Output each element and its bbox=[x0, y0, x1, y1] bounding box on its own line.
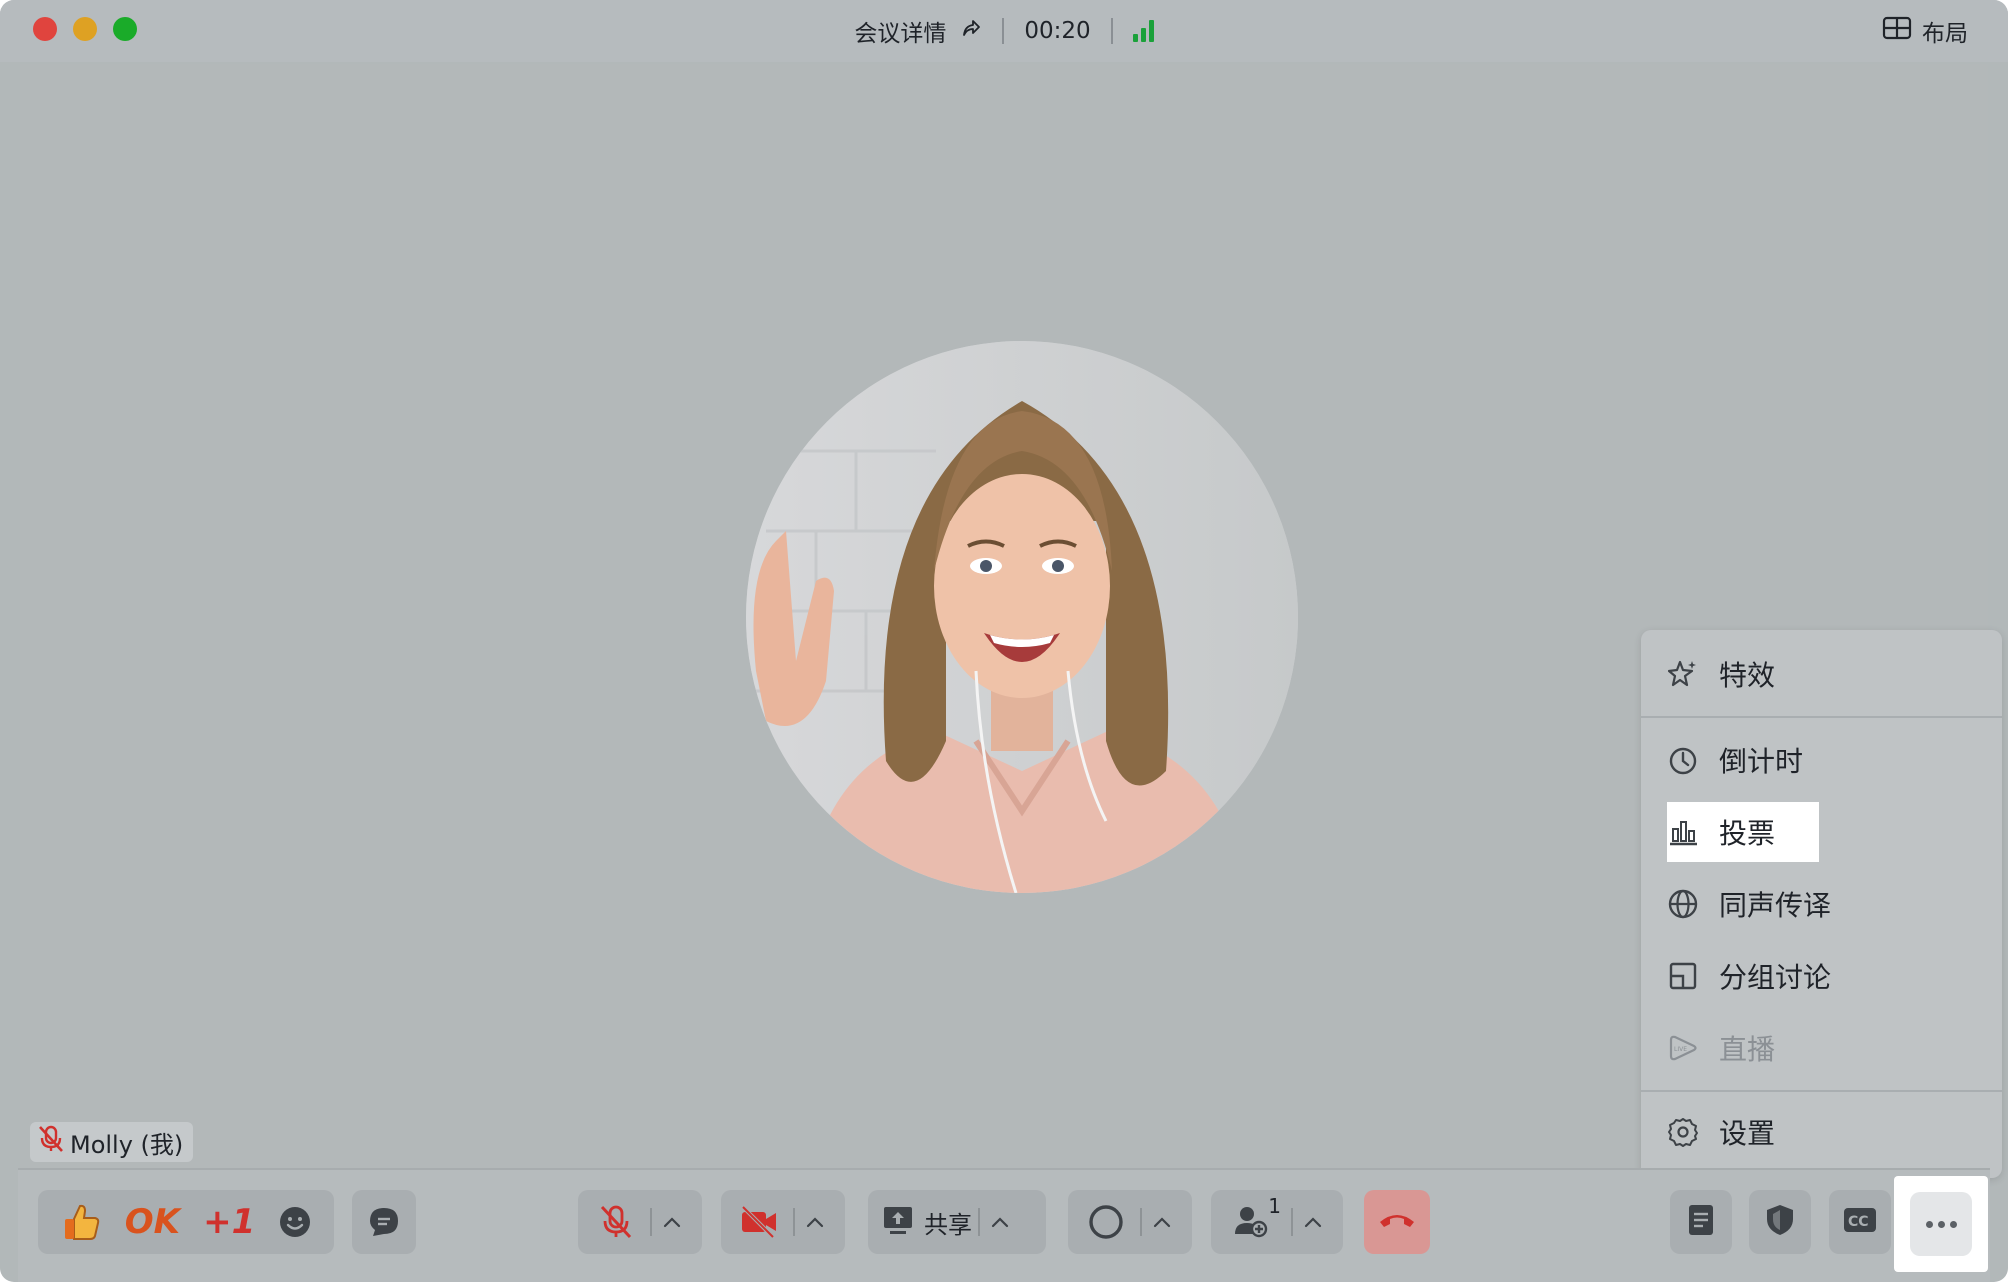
menu-item-label: 投票 bbox=[1719, 817, 1776, 850]
live-icon: LIVE bbox=[1667, 1032, 1699, 1064]
meeting-window: 会议详情 00:20 布局 Molly (我) 特效 倒计时 投票 同声传译 分… bbox=[0, 0, 2008, 1282]
more-options-button[interactable] bbox=[1910, 1192, 1972, 1256]
chat-bubble-icon bbox=[367, 1205, 401, 1239]
menu-item-interpretation[interactable]: 同声传译 bbox=[1667, 874, 1831, 934]
participants-options-chevron-icon[interactable] bbox=[1299, 1202, 1327, 1242]
gear-icon bbox=[1667, 1116, 1699, 1148]
reaction-plus-one[interactable]: +1 bbox=[203, 1202, 255, 1242]
svg-text:LIVE: LIVE bbox=[1674, 1046, 1687, 1053]
title-divider bbox=[1110, 18, 1113, 44]
timer-icon bbox=[1667, 744, 1699, 776]
participants-count: 1 bbox=[1268, 1194, 1281, 1218]
menu-item-poll[interactable]: 投票 bbox=[1667, 802, 1819, 862]
participant-avatar bbox=[746, 341, 1298, 893]
share-label: 共享 bbox=[924, 1210, 972, 1239]
dot bbox=[1949, 1220, 1957, 1228]
dot bbox=[1925, 1220, 1933, 1228]
record-options-chevron-icon[interactable] bbox=[1148, 1202, 1176, 1242]
bar-chart-icon bbox=[1667, 816, 1699, 848]
shield-icon bbox=[1765, 1203, 1795, 1241]
muted-mic-icon bbox=[38, 1125, 64, 1159]
participants-control: 1 bbox=[1211, 1190, 1343, 1254]
divider bbox=[1291, 1208, 1293, 1236]
microphone-control bbox=[578, 1190, 702, 1254]
camera-control bbox=[721, 1190, 845, 1254]
meeting-toolbar: OK +1 共享 1 CC bbox=[18, 1168, 1990, 1282]
record-icon[interactable] bbox=[1078, 1204, 1134, 1240]
network-signal-icon[interactable] bbox=[1132, 20, 1154, 42]
share-arrow-icon bbox=[960, 17, 982, 45]
menu-item-settings[interactable]: 设置 bbox=[1667, 1102, 1775, 1162]
reaction-ok[interactable]: OK bbox=[125, 1202, 180, 1242]
title-center: 会议详情 00:20 bbox=[0, 0, 2008, 62]
participant-name: Molly (我) bbox=[70, 1130, 184, 1159]
share-options-chevron-icon[interactable] bbox=[986, 1202, 1014, 1242]
menu-item-label: 同声传译 bbox=[1719, 889, 1832, 922]
meeting-title: 会议详情 bbox=[854, 21, 947, 47]
menu-item-effects[interactable]: 特效 bbox=[1667, 644, 1775, 704]
layout-button[interactable]: 布局 bbox=[1882, 14, 1968, 48]
menu-item-live-stream: LIVE 直播 bbox=[1667, 1018, 1775, 1078]
menu-item-countdown[interactable]: 倒计时 bbox=[1667, 730, 1803, 790]
menu-item-label: 分组讨论 bbox=[1719, 961, 1832, 994]
menu-item-label: 倒计时 bbox=[1719, 745, 1804, 778]
minutes-button[interactable] bbox=[1670, 1190, 1732, 1254]
breakout-rooms-icon bbox=[1667, 960, 1699, 992]
dot bbox=[1937, 1220, 1945, 1228]
more-options-highlight bbox=[1894, 1176, 1988, 1272]
globe-icon bbox=[1667, 888, 1699, 920]
add-participant-icon bbox=[1233, 1202, 1273, 1242]
divider bbox=[793, 1208, 795, 1236]
menu-item-label: 直播 bbox=[1719, 1033, 1776, 1066]
participant-name-tag: Molly (我) bbox=[30, 1122, 194, 1162]
svg-text:CC: CC bbox=[1848, 1214, 1869, 1230]
share-screen-button[interactable]: 共享 bbox=[882, 1204, 972, 1240]
leave-meeting-button[interactable] bbox=[1364, 1190, 1430, 1254]
thumbs-up-icon[interactable] bbox=[60, 1201, 102, 1243]
closed-captions-icon: CC bbox=[1842, 1206, 1878, 1238]
camera-options-chevron-icon[interactable] bbox=[801, 1202, 829, 1242]
document-icon bbox=[1686, 1203, 1716, 1241]
record-control bbox=[1068, 1190, 1192, 1254]
camera-off-icon[interactable] bbox=[731, 1205, 787, 1239]
meeting-timer: 00:20 bbox=[1024, 18, 1091, 44]
divider bbox=[650, 1208, 652, 1236]
share-screen-icon bbox=[882, 1204, 914, 1240]
title-divider bbox=[1002, 18, 1005, 44]
menu-divider bbox=[1641, 716, 2002, 718]
mic-options-chevron-icon[interactable] bbox=[658, 1202, 686, 1242]
divider bbox=[1140, 1208, 1142, 1236]
menu-item-label: 设置 bbox=[1719, 1117, 1776, 1150]
chat-button[interactable] bbox=[352, 1190, 416, 1254]
participants-button[interactable]: 1 bbox=[1221, 1194, 1285, 1242]
title-bar: 会议详情 00:20 布局 bbox=[0, 0, 2008, 62]
reactions-group: OK +1 bbox=[38, 1190, 334, 1254]
more-options-menu: 特效 倒计时 投票 同声传译 分组讨论 LIVE 直播 设置 bbox=[1641, 630, 2002, 1178]
emoji-picker-icon[interactable] bbox=[278, 1205, 312, 1239]
layout-label: 布局 bbox=[1922, 21, 1968, 47]
captions-button[interactable]: CC bbox=[1829, 1190, 1891, 1254]
menu-item-breakout-rooms[interactable]: 分组讨论 bbox=[1667, 946, 1831, 1006]
menu-divider bbox=[1641, 1090, 2002, 1092]
mic-muted-icon[interactable] bbox=[588, 1204, 644, 1240]
layout-grid-icon bbox=[1882, 16, 1912, 46]
divider bbox=[978, 1208, 980, 1236]
hang-up-icon bbox=[1377, 1210, 1417, 1234]
share-control: 共享 bbox=[868, 1190, 1046, 1254]
menu-item-label: 特效 bbox=[1719, 659, 1776, 692]
meeting-details-link[interactable]: 会议详情 bbox=[854, 14, 982, 48]
sparkle-star-icon bbox=[1667, 658, 1699, 690]
security-button[interactable] bbox=[1749, 1190, 1811, 1254]
